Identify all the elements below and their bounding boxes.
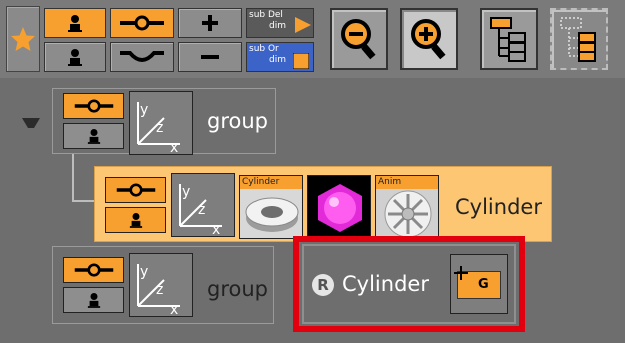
group-tag-button[interactable]: G bbox=[450, 254, 508, 314]
node-person-toggle[interactable] bbox=[63, 287, 124, 313]
favorite-button[interactable] bbox=[6, 6, 40, 72]
node-person-toggle[interactable] bbox=[105, 207, 166, 233]
transform-axis-button[interactable]: y z x bbox=[171, 173, 235, 238]
svg-text:z: z bbox=[156, 282, 163, 298]
eye-closed-icon bbox=[120, 51, 164, 62]
eye-slider-icon bbox=[74, 99, 113, 113]
zoom-out-icon bbox=[341, 19, 376, 60]
material-sphere-icon bbox=[318, 184, 362, 232]
arrow-right-icon bbox=[295, 17, 311, 33]
svg-text:z: z bbox=[198, 202, 205, 218]
zoom-in-button[interactable] bbox=[400, 8, 458, 70]
minus-icon bbox=[201, 55, 219, 59]
zoom-in-icon bbox=[411, 19, 446, 60]
node-label-group: group bbox=[207, 109, 268, 133]
person-icon bbox=[87, 293, 100, 308]
cylinder-geometry-icon bbox=[245, 197, 299, 232]
axis-xyz-icon: y z x bbox=[137, 102, 180, 156]
toolbar: sub Del dim sub Or dim bbox=[0, 0, 625, 78]
triangle-down-icon[interactable] bbox=[22, 116, 40, 130]
reference-label: Cylinder bbox=[342, 272, 429, 296]
axis-xyz-icon: y z x bbox=[179, 184, 222, 238]
node-label-cylinder: Cylinder bbox=[455, 195, 542, 219]
svg-text:y: y bbox=[140, 264, 148, 280]
node-label-group: group bbox=[207, 277, 268, 301]
remove-button[interactable] bbox=[178, 42, 242, 72]
svg-text:x: x bbox=[170, 140, 178, 154]
tree-node-group-sibling[interactable]: y z x group bbox=[52, 246, 274, 324]
tag-box: G bbox=[454, 266, 501, 299]
node-visibility-toggle[interactable] bbox=[63, 257, 124, 283]
sub-delete-dim-label: dim bbox=[269, 21, 286, 31]
sub-delete-label: sub Del bbox=[249, 10, 283, 20]
sub-delete-button[interactable]: sub Del dim bbox=[246, 8, 314, 38]
tree-view-dotted-icon bbox=[560, 17, 596, 62]
tree-connector-vertical bbox=[72, 154, 74, 202]
material-thumbnail[interactable] bbox=[307, 175, 371, 239]
add-button[interactable] bbox=[178, 8, 242, 38]
person-alt-button[interactable] bbox=[44, 42, 106, 72]
texture-wheel-icon bbox=[384, 190, 432, 238]
tree-view-button[interactable] bbox=[480, 8, 538, 70]
scene-tree-panel: y z x group y z x Cylinder Anim Cylinder… bbox=[0, 78, 625, 343]
node-visibility-toggle[interactable] bbox=[63, 93, 124, 119]
tree-node-group-root[interactable]: y z x group bbox=[52, 88, 276, 156]
square-icon bbox=[293, 53, 309, 69]
texture-thumbnail[interactable]: Anim bbox=[375, 175, 439, 239]
thumbnail-caption: Cylinder bbox=[242, 177, 280, 187]
sub-order-label: sub Or bbox=[249, 44, 279, 54]
tree-node-cylinder[interactable]: y z x Cylinder Anim Cylinder bbox=[94, 166, 552, 242]
svg-text:y: y bbox=[140, 102, 148, 118]
tag-text: G bbox=[478, 277, 489, 292]
svg-text:y: y bbox=[182, 184, 190, 200]
person-icon bbox=[68, 49, 82, 66]
person-icon bbox=[68, 15, 82, 32]
plus-small-icon bbox=[454, 266, 468, 280]
tree-view-icon bbox=[490, 17, 526, 62]
plus-icon bbox=[202, 15, 218, 31]
star-icon bbox=[11, 27, 35, 51]
zoom-out-button[interactable] bbox=[330, 8, 388, 70]
svg-text:x: x bbox=[212, 222, 220, 236]
thumbnail-caption: Anim bbox=[378, 177, 402, 187]
reference-node-cylinder[interactable]: R Cylinder G bbox=[302, 244, 516, 324]
sub-order-dim-label: dim bbox=[269, 55, 286, 65]
svg-text:x: x bbox=[170, 302, 178, 316]
geometry-thumbnail[interactable]: Cylinder bbox=[239, 175, 303, 239]
transform-axis-button[interactable]: y z x bbox=[129, 91, 193, 156]
person-icon bbox=[87, 129, 100, 144]
eye-slider-icon bbox=[74, 263, 113, 277]
sub-order-button[interactable]: sub Or dim bbox=[246, 42, 314, 72]
tree-connector-horizontal bbox=[72, 200, 94, 202]
hidden-toggle-button[interactable] bbox=[110, 42, 174, 72]
axis-xyz-icon: y z x bbox=[137, 264, 180, 318]
svg-text:z: z bbox=[156, 120, 163, 136]
transform-axis-button[interactable]: y z x bbox=[129, 253, 193, 318]
eye-slider-icon bbox=[116, 183, 155, 197]
person-toggle-button[interactable] bbox=[44, 8, 106, 38]
node-person-toggle[interactable] bbox=[63, 123, 124, 149]
visibility-toggle-button[interactable] bbox=[110, 8, 174, 38]
eye-slider-icon bbox=[120, 15, 164, 31]
person-icon bbox=[129, 213, 142, 228]
node-visibility-toggle[interactable] bbox=[105, 177, 166, 203]
reference-badge: R bbox=[312, 274, 334, 296]
tree-view-alt-button[interactable] bbox=[550, 8, 608, 70]
